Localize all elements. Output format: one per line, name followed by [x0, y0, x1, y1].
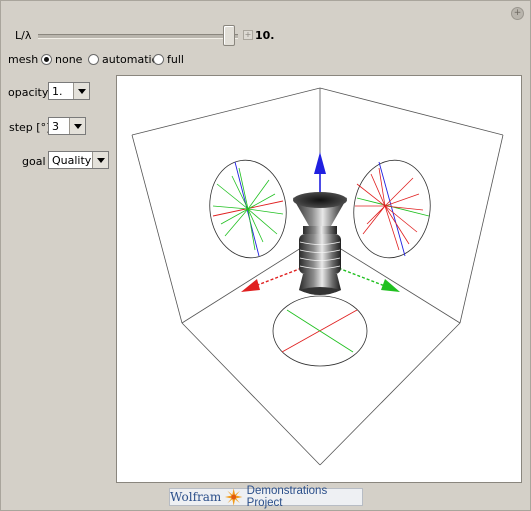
lambda-slider-thumb[interactable] — [223, 25, 235, 46]
step-label: step [°] — [9, 121, 51, 134]
mesh-option-none[interactable]: none — [41, 53, 82, 66]
goal-value: Quality — [52, 153, 92, 167]
right-projection-plot — [353, 159, 431, 259]
antenna-3d-shape — [293, 192, 347, 295]
wolfram-demonstrations-footer[interactable]: Wolfram Demonstrations Project — [169, 485, 363, 509]
radio-none[interactable] — [41, 54, 52, 65]
opacity-value: 1. — [52, 84, 63, 98]
opacity-label: opacity — [8, 86, 49, 99]
app-window: + L/λ + 10. mesh none automatic full opa… — [0, 0, 531, 511]
lambda-label: L/λ — [15, 29, 32, 42]
3d-graphics-viewport[interactable] — [116, 75, 522, 483]
dropdown-arrow-icon[interactable] — [73, 83, 89, 99]
radio-automatic[interactable] — [88, 54, 99, 65]
goal-label: goal — [22, 155, 46, 168]
mesh-option-label: automatic — [102, 53, 158, 66]
opacity-select[interactable]: 1. — [48, 82, 90, 100]
dropdown-arrow-icon[interactable] — [69, 118, 85, 134]
starburst-logo-icon — [225, 488, 243, 506]
lambda-value: 10. — [255, 29, 275, 42]
mesh-option-label: none — [55, 53, 83, 66]
mesh-option-label: full — [167, 53, 184, 66]
mesh-label: mesh — [8, 53, 39, 66]
left-projection-plot — [209, 159, 287, 259]
radio-full[interactable] — [153, 54, 164, 65]
dropdown-arrow-icon[interactable] — [92, 152, 108, 168]
step-value: 3 — [52, 119, 59, 133]
bottom-projection-plot — [272, 295, 368, 367]
step-select[interactable]: 3 — [48, 117, 86, 135]
3d-scene — [131, 87, 504, 466]
corner-plus-icon[interactable]: + — [511, 7, 524, 20]
lambda-slider-track[interactable] — [38, 34, 238, 39]
mesh-option-full[interactable]: full — [153, 53, 184, 66]
mesh-option-automatic[interactable]: automatic — [88, 53, 158, 66]
footer-brand: Wolfram — [170, 490, 222, 504]
goal-select[interactable]: Quality — [48, 151, 109, 169]
slider-expand-plus-icon[interactable]: + — [243, 30, 253, 40]
footer-suffix: Demonstrations Project — [246, 485, 328, 509]
